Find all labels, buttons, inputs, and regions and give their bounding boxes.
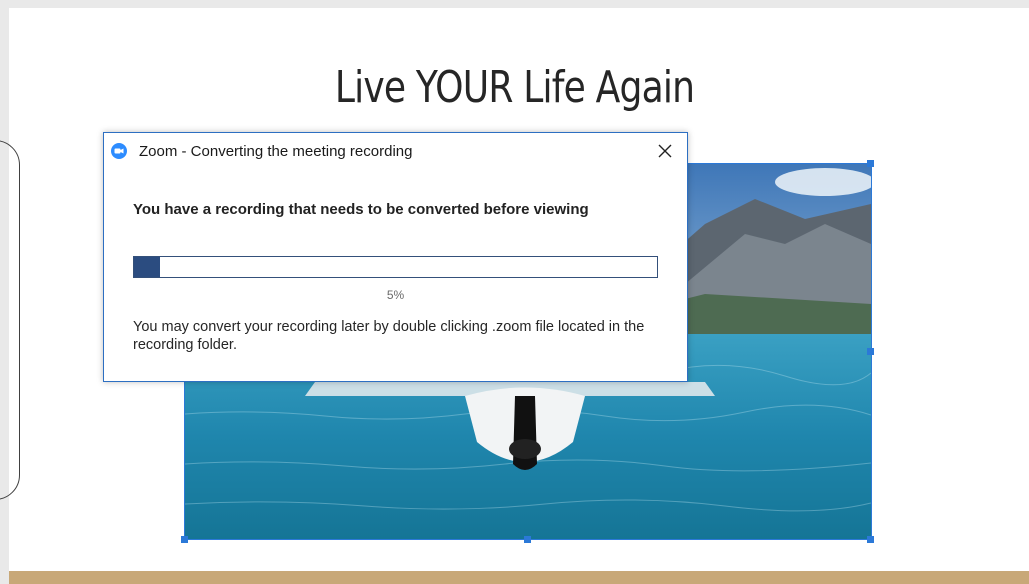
resize-handle[interactable] bbox=[867, 348, 874, 355]
progress-percent-label: 5% bbox=[386, 288, 405, 302]
dialog-note: You may convert your recording later by … bbox=[133, 319, 645, 353]
rounded-rectangle-shape[interactable] bbox=[0, 140, 20, 500]
close-icon[interactable] bbox=[653, 139, 677, 163]
slide-footer-band bbox=[9, 571, 1029, 584]
zoom-camera-icon bbox=[111, 143, 127, 159]
conversion-progress-bar bbox=[133, 256, 658, 278]
slide-title[interactable]: Live YOUR Life Again bbox=[93, 62, 937, 113]
resize-handle[interactable] bbox=[524, 536, 531, 543]
resize-handle[interactable] bbox=[867, 536, 874, 543]
resize-handle[interactable] bbox=[181, 536, 188, 543]
resize-handle[interactable] bbox=[867, 160, 874, 167]
progress-fill bbox=[134, 257, 161, 277]
convert-recording-dialog: Zoom - Converting the meeting recording … bbox=[103, 132, 688, 382]
dialog-titlebar[interactable]: Zoom - Converting the meeting recording bbox=[104, 133, 687, 169]
dialog-title: Zoom - Converting the meeting recording bbox=[139, 143, 413, 160]
dialog-heading: You have a recording that needs to be co… bbox=[133, 201, 589, 218]
